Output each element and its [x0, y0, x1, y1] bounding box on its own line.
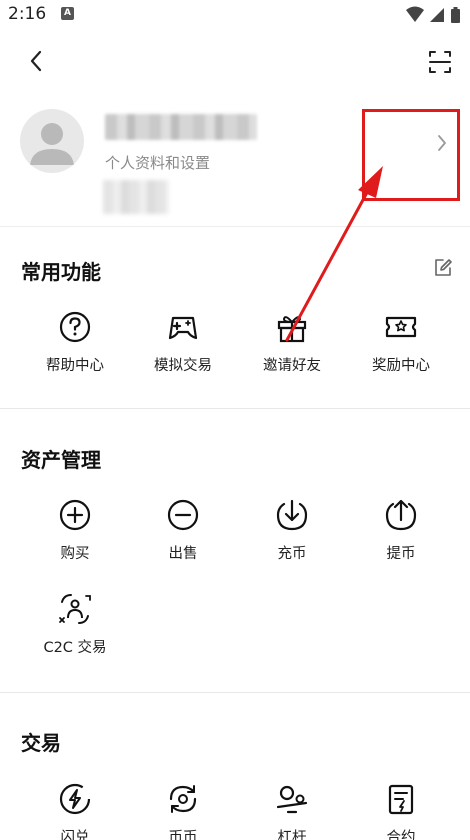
status-time: 2:16: [8, 4, 47, 24]
withdraw-icon: [385, 499, 417, 531]
grid-item-deposit[interactable]: 充币: [237, 498, 347, 578]
spot-icon: [169, 785, 197, 813]
uid-redacted: [103, 180, 169, 214]
user-avatar-icon: [30, 123, 74, 165]
grid-item-c2c[interactable]: C2C 交易: [20, 592, 130, 672]
divider: [0, 408, 470, 409]
grid-item-margin[interactable]: 杠杆: [237, 782, 347, 840]
avatar[interactable]: [20, 109, 84, 173]
grid-item-contract[interactable]: 合约: [346, 782, 456, 840]
section-title-common: 常用功能: [21, 260, 101, 284]
signal-icon: [430, 8, 444, 22]
grid-item-rewards-center[interactable]: 奖励中心: [346, 310, 456, 390]
ticket-icon: [385, 316, 417, 338]
annotation-highlight-box: [362, 109, 460, 201]
grid-item-label: 币币: [168, 830, 198, 840]
gift-icon: [277, 316, 307, 343]
margin-icon: [276, 785, 308, 814]
c2c-icon: [59, 594, 91, 624]
grid-item-label: 杠杆: [277, 830, 307, 840]
app-notification-icon: A: [61, 7, 74, 20]
section-title-trade: 交易: [21, 731, 61, 755]
grid-item-label: 帮助中心: [46, 358, 104, 374]
minus-circle-icon: [167, 499, 199, 531]
flash-icon: [59, 783, 91, 815]
grid-item-label: 提币: [386, 546, 416, 562]
status-bar: 2:16 A: [0, 0, 470, 30]
status-icons: [404, 5, 464, 25]
grid-item-label: 合约: [386, 830, 416, 840]
username-redacted: [105, 114, 257, 140]
grid-item-buy[interactable]: 购买: [20, 498, 130, 578]
divider: [0, 226, 470, 227]
back-arrow-icon: [30, 50, 42, 72]
section-title-assets: 资产管理: [21, 448, 101, 472]
grid-item-demo-trading[interactable]: 模拟交易: [128, 310, 238, 390]
grid-item-flash-swap[interactable]: 闪兑: [20, 782, 130, 840]
grid-item-invite-friends[interactable]: 邀请好友: [237, 310, 347, 390]
grid-item-label: C2C 交易: [43, 640, 107, 656]
grid-item-label: 充币: [277, 546, 307, 562]
profile-subtitle: 个人资料和设置: [105, 154, 211, 172]
contract-icon: [388, 784, 414, 815]
plus-circle-icon: [59, 499, 91, 531]
edit-icon: [435, 259, 452, 276]
grid-item-label: 模拟交易: [154, 358, 212, 374]
scan-button[interactable]: [422, 44, 458, 80]
grid-item-label: 奖励中心: [372, 358, 430, 374]
divider: [0, 692, 470, 693]
top-nav: [0, 36, 470, 84]
grid-item-withdraw[interactable]: 提币: [346, 498, 456, 578]
grid-item-label: 出售: [168, 546, 198, 562]
battery-icon: [451, 7, 460, 23]
deposit-icon: [276, 499, 308, 531]
grid-item-spot[interactable]: 币币: [128, 782, 238, 840]
scan-icon: [429, 51, 451, 73]
grid-item-label: 购买: [60, 546, 90, 562]
wifi-icon: [406, 6, 424, 22]
grid-item-sell[interactable]: 出售: [128, 498, 238, 578]
edit-common-button[interactable]: [432, 257, 454, 279]
grid-item-label: 闪兑: [60, 830, 90, 840]
grid-item-label: 邀请好友: [263, 358, 321, 374]
back-button[interactable]: [18, 42, 54, 78]
grid-item-help[interactable]: 帮助中心: [20, 310, 130, 390]
gamepad-icon: [168, 316, 198, 340]
help-icon: [59, 311, 91, 343]
